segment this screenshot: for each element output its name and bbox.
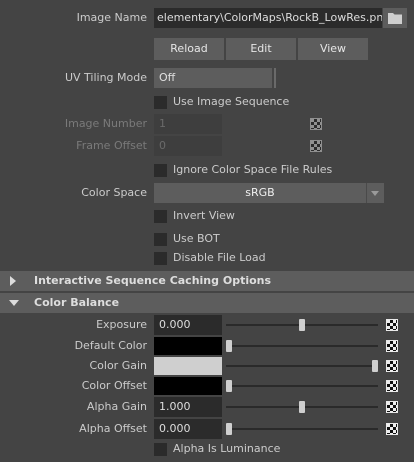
folder-icon [388,13,402,24]
alpha-gain-label: Alpha Gain [86,400,147,413]
map-texture-icon[interactable] [386,319,398,331]
view-button[interactable]: View [298,38,368,60]
color-gain-label: Color Gain [89,359,147,372]
map-texture-icon[interactable] [310,140,322,152]
reload-button[interactable]: Reload [154,38,224,60]
disable-file-load-label: Disable File Load [173,251,266,264]
invert-view-label: Invert View [173,209,235,222]
color-offset-slider-track[interactable] [226,385,378,387]
map-texture-icon[interactable] [386,360,398,372]
exposure-field[interactable]: 0.000 [154,315,222,335]
use-bot-label: Use BOT [173,232,220,245]
color-space-value: sRGB [245,186,275,199]
color-offset-label: Color Offset [81,379,147,392]
image-name-field[interactable]: elementary\ColorMaps\RockB_LowRes.png [154,8,382,28]
alpha-offset-label: Alpha Offset [79,422,147,435]
frame-offset-label: Frame Offset [76,139,147,152]
default-color-slider-track[interactable] [226,345,378,347]
use-image-sequence-checkbox[interactable] [154,96,167,109]
section-title: Interactive Sequence Caching Options [34,274,272,287]
interactive-caching-section-header[interactable]: Interactive Sequence Caching Options [0,271,414,291]
use-image-sequence-label: Use Image Sequence [173,95,290,108]
alpha-is-luminance-checkbox[interactable] [154,443,167,456]
section-title: Color Balance [34,296,120,309]
alpha-gain-slider-handle[interactable] [299,401,305,413]
map-texture-icon[interactable] [386,380,398,392]
color-balance-section-header[interactable]: Color Balance [0,293,414,313]
dropdown-divider [274,68,276,88]
color-offset-slider-handle[interactable] [226,380,232,392]
ignore-color-space-rules-checkbox[interactable] [154,164,167,177]
color-space-dropdown[interactable]: sRGB [154,183,384,203]
use-bot-checkbox[interactable] [154,233,167,246]
chevron-down-icon [371,191,379,196]
map-texture-icon[interactable] [310,118,322,130]
exposure-label: Exposure [96,318,147,331]
uv-tiling-label: UV Tiling Mode [64,71,147,84]
map-texture-icon[interactable] [386,340,398,352]
chevron-right-icon [10,276,16,286]
image-number-field[interactable]: 1 [154,114,222,134]
default-color-slider-handle[interactable] [226,340,232,352]
color-gain-slider-track[interactable] [226,365,378,367]
alpha-offset-field[interactable]: 0.000 [154,419,222,439]
browse-folder-button[interactable] [383,8,407,28]
color-gain-swatch[interactable] [154,357,222,375]
chevron-down-icon [9,300,19,306]
color-gain-slider-handle[interactable] [372,360,378,372]
alpha-offset-slider-handle[interactable] [226,423,232,435]
disable-file-load-checkbox[interactable] [154,252,167,265]
default-color-swatch[interactable] [154,337,222,355]
image-name-label: Image Name [76,11,147,24]
map-texture-icon[interactable] [386,423,398,435]
alpha-is-luminance-label: Alpha Is Luminance [173,442,281,455]
uv-tiling-dropdown[interactable]: Off [154,68,272,88]
exposure-slider-handle[interactable] [299,319,305,331]
edit-button[interactable]: Edit [226,38,296,60]
color-offset-swatch[interactable] [154,377,222,395]
image-number-label: Image Number [64,117,147,130]
invert-view-checkbox[interactable] [154,210,167,223]
color-space-label: Color Space [81,186,147,199]
ignore-color-space-rules-label: Ignore Color Space File Rules [173,163,333,176]
frame-offset-field[interactable]: 0 [154,136,222,156]
default-color-label: Default Color [74,339,147,352]
alpha-offset-slider-track[interactable] [226,428,378,430]
dropdown-divider [366,183,367,203]
map-texture-icon[interactable] [386,401,398,413]
alpha-gain-field[interactable]: 1.000 [154,397,222,417]
